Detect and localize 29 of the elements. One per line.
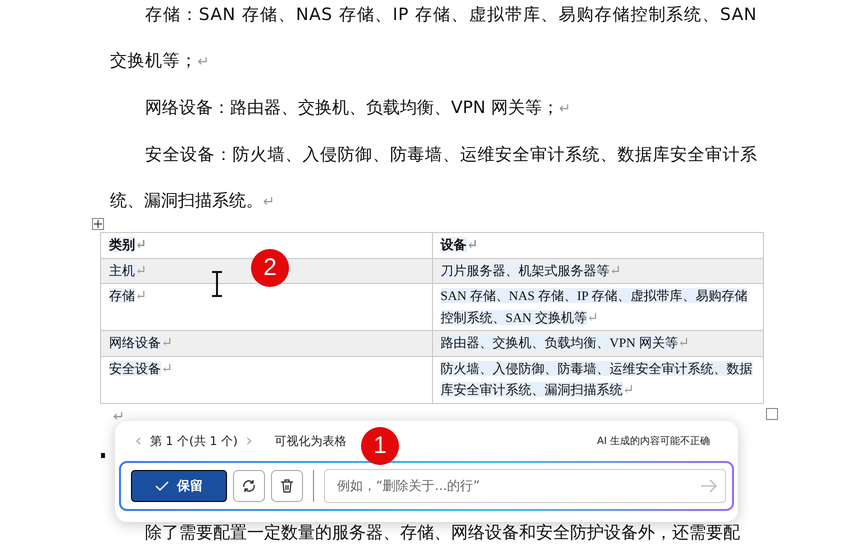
- table-cell: SAN 存储、NAS 存储、IP 存储、虚拟带库、易购存储控制系统、SAN 交换机等↵: [432, 284, 764, 330]
- result-counter: 第 1 个(共 1 个): [150, 432, 238, 450]
- resize-handle-icon[interactable]: [766, 408, 778, 420]
- next-button[interactable]: ›: [238, 431, 261, 451]
- table-cell: 网络设备↵: [100, 330, 432, 356]
- prompt-field[interactable]: 例如，“删除关于...的行”: [324, 469, 726, 503]
- refresh-button[interactable]: [233, 470, 265, 502]
- previous-button[interactable]: ‹: [127, 431, 150, 451]
- trash-icon: [279, 478, 295, 494]
- disclaimer: AI 生成的内容可能不正确: [597, 434, 710, 448]
- body-paragraph: 网络设备：路由器、交换机、负载均衡、VPN 网关等；↵: [144, 97, 572, 120]
- text-cursor-icon: [210, 271, 224, 297]
- table-cell: 安全设备↵: [100, 356, 432, 403]
- body-paragraph: 存储：SAN 存储、NAS 存储、IP 存储、虚拟带库、易购存储控制系统、SAN 交换机等；↵: [110, 4, 757, 73]
- delete-button[interactable]: [271, 470, 303, 502]
- table-cell: 路由器、交换机、负载均衡、VPN 网关等↵: [432, 330, 764, 356]
- move-handle-icon[interactable]: [92, 218, 104, 230]
- check-icon: [155, 480, 169, 492]
- table-cell: 刀片服务器、机架式服务器等↵: [432, 258, 764, 284]
- refresh-icon: [241, 478, 257, 494]
- table-cell: 防火墙、入侵防御、防毒墙、运维安全审计系统、数据库安全审计系统、漏洞扫描系统↵: [432, 356, 764, 403]
- number-badge: 2: [251, 249, 289, 287]
- bullet-icon: [101, 453, 105, 458]
- body-paragraph: 除了需要配置一定数量的服务器、存储、网络设备和安全防护设备外，还需要配: [145, 522, 740, 545]
- column-header: 设备↵: [432, 232, 764, 258]
- paragraph-mark: ↵: [113, 408, 125, 424]
- body-paragraph: 安全设备：防火墙、入侵防御、防毒墙、运维安全审计系统、数据库安全审计系统、漏洞扫描系统。↵: [110, 144, 757, 213]
- action-label: 可视化为表格: [274, 432, 347, 450]
- keep-button[interactable]: 保留: [131, 470, 227, 502]
